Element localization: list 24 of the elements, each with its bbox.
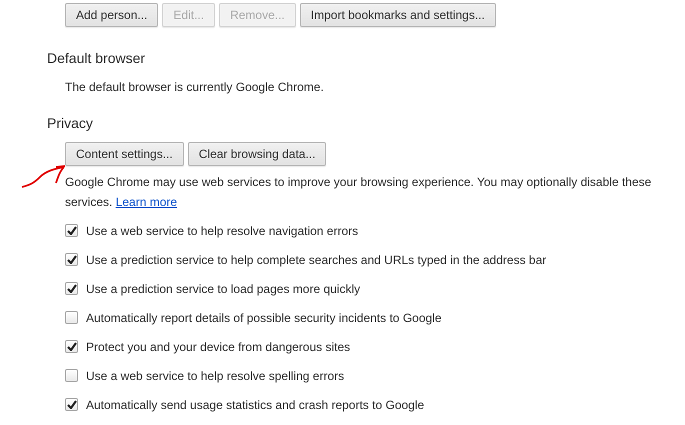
checkbox-label: Use a web service to help resolve spelling errors bbox=[86, 368, 344, 384]
checkbox[interactable] bbox=[65, 369, 78, 382]
settings-button[interactable]: Add person... bbox=[65, 3, 158, 27]
checkbox[interactable] bbox=[65, 282, 78, 295]
checkbox-label: Use a web service to help resolve navigation errors bbox=[86, 222, 358, 240]
checkbox-label: Use a prediction service to load pages more quickly bbox=[86, 280, 360, 298]
description-text: Google Chrome may use web services to improve your browsing experience. You may optionally disable these services. Learn more bbox=[65, 174, 652, 211]
settings-button[interactable]: Import bookmarks and settings... bbox=[300, 3, 496, 27]
section-heading: Default browser bbox=[47, 49, 146, 68]
hand-drawn-arrow bbox=[21, 165, 66, 188]
checkbox-label: Protect you and your device from dangerous sites bbox=[86, 338, 350, 356]
checkbox-label: Automatically report details of possible security incidents to Google bbox=[86, 310, 442, 326]
settings-button[interactable]: Content settings... bbox=[65, 142, 184, 166]
checkbox-label: Use a prediction service to help complete searches and URLs typed in the address bar bbox=[86, 252, 546, 268]
checkbox[interactable] bbox=[65, 340, 78, 353]
settings-button[interactable]: Clear browsing data... bbox=[188, 142, 326, 166]
checkbox[interactable] bbox=[65, 311, 78, 324]
status-text: The default browser is currently Google Chrome. bbox=[65, 79, 325, 96]
checkbox[interactable] bbox=[65, 253, 78, 266]
checkbox[interactable] bbox=[65, 398, 78, 411]
section-heading: Privacy bbox=[47, 114, 94, 133]
checkbox-label: Automatically send usage statistics and crash reports to Google bbox=[86, 396, 424, 414]
learn-more-link[interactable]: Learn more bbox=[116, 195, 178, 209]
checkbox[interactable] bbox=[65, 224, 78, 237]
